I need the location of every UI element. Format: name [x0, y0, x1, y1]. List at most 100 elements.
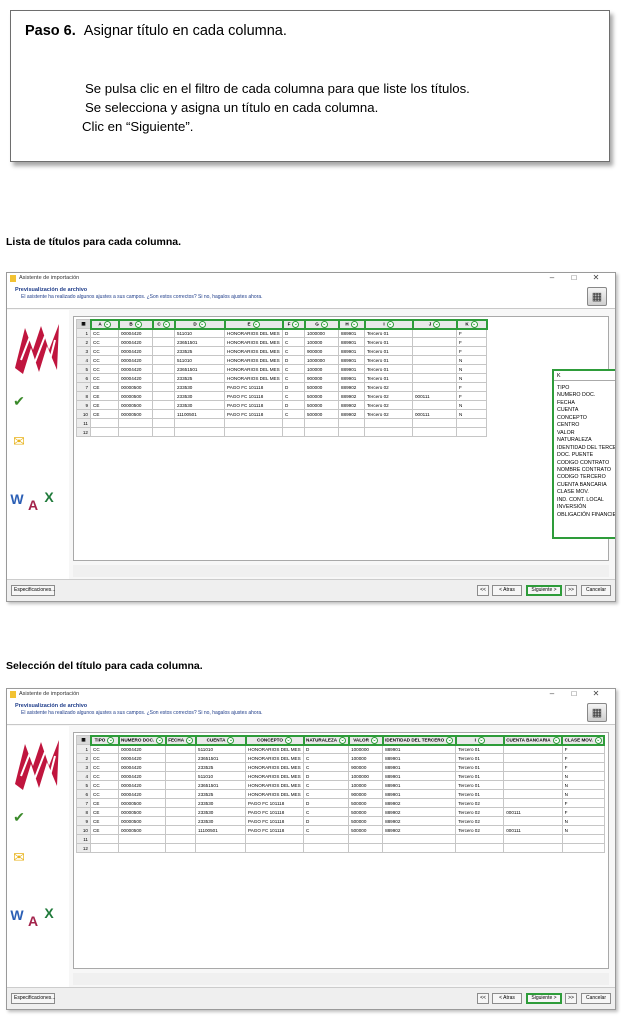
table-cell[interactable]: CE — [90, 409, 119, 419]
table-cell[interactable]: CC — [90, 753, 119, 763]
table-cell[interactable]: 00004420 — [117, 762, 167, 772]
table-cell[interactable]: 1000000 — [304, 355, 339, 365]
table-cell[interactable] — [165, 789, 197, 799]
table-cell[interactable]: 889902 — [382, 816, 457, 826]
close-button[interactable]: ✕ — [585, 273, 607, 282]
table-cell[interactable]: CC — [90, 355, 119, 365]
dropdown-option[interactable]: CUENTA — [557, 407, 615, 414]
table-cell[interactable]: D — [282, 382, 305, 392]
table-cell[interactable] — [338, 418, 365, 428]
table-cell[interactable]: CC — [90, 373, 119, 383]
table-cell[interactable]: 889902 — [382, 807, 457, 817]
table-cell[interactable]: 889901 — [338, 373, 365, 383]
table-cell[interactable] — [503, 834, 563, 844]
table-cell[interactable]: D — [303, 816, 350, 826]
table-cell[interactable] — [382, 843, 457, 853]
column-header[interactable]: CONCEPTO ⌄ — [244, 734, 305, 746]
table-cell[interactable]: 00004420 — [118, 337, 153, 347]
column-filter-icon[interactable]: ⌄ — [446, 736, 454, 744]
table-cell[interactable]: 500000 — [348, 825, 384, 835]
cancel-button[interactable]: Cancelar — [581, 585, 611, 596]
dropdown-option[interactable]: FECHA — [557, 400, 615, 407]
column-header[interactable]: NUMERO DOC. ⌄ — [117, 734, 167, 746]
table-cell[interactable] — [412, 418, 457, 428]
table-cell[interactable]: 500000 — [348, 816, 384, 826]
column-filter-icon[interactable]: ⌄ — [292, 320, 300, 328]
table-cell[interactable]: CE — [90, 382, 119, 392]
table-cell[interactable] — [338, 427, 365, 437]
table-cell[interactable]: 889902 — [338, 409, 365, 419]
table-cell[interactable]: CE — [90, 400, 119, 410]
dropdown-option[interactable]: VALOR — [557, 430, 615, 437]
table-cell[interactable] — [90, 843, 119, 853]
table-cell[interactable]: F — [456, 391, 487, 401]
table-cell[interactable]: Tercero 02 — [364, 382, 413, 392]
dropdown-option[interactable]: CUENTA BANCARIA — [557, 482, 615, 489]
table-cell[interactable] — [224, 418, 283, 428]
table-cell[interactable] — [152, 418, 175, 428]
table-cell[interactable]: D — [303, 771, 350, 781]
column-filter-icon[interactable]: ⌄ — [284, 736, 292, 744]
table-cell[interactable] — [152, 337, 175, 347]
table-cell[interactable]: 23651501 — [174, 364, 225, 374]
column-filter-icon[interactable]: ⌄ — [594, 736, 602, 744]
table-cell[interactable]: 00004420 — [117, 753, 167, 763]
table-cell[interactable]: 00004420 — [118, 364, 153, 374]
table-cell[interactable]: N — [456, 400, 487, 410]
table-cell[interactable] — [152, 427, 175, 437]
table-cell[interactable]: F — [456, 382, 487, 392]
column-header[interactable]: B ⌄ — [117, 318, 154, 330]
table-cell[interactable]: 233525 — [195, 789, 247, 799]
table-cell[interactable]: HONORARIOS DEL MES — [245, 771, 305, 781]
minimize-button[interactable]: – — [541, 689, 563, 698]
table-cell[interactable] — [364, 427, 413, 437]
table-cell[interactable]: 500000 — [304, 382, 339, 392]
table-cell[interactable]: Tercero 01 — [364, 355, 413, 365]
table-cell[interactable]: 000111 — [412, 409, 457, 419]
table-cell[interactable]: 00000500 — [118, 409, 153, 419]
minimize-button[interactable]: – — [541, 273, 563, 282]
table-cell[interactable] — [304, 418, 339, 428]
table-cell[interactable]: Tercero 01 — [364, 364, 413, 374]
table-cell[interactable]: 00000500 — [118, 382, 153, 392]
table-cell[interactable]: Tercero 02 — [455, 825, 505, 835]
horizontal-scrollbar[interactable] — [73, 565, 609, 577]
column-filter-icon[interactable]: ⌄ — [477, 736, 485, 744]
table-cell[interactable] — [412, 364, 457, 374]
table-cell[interactable]: 00004420 — [117, 744, 167, 754]
table-cell[interactable] — [282, 418, 305, 428]
table-cell[interactable]: 00004420 — [118, 355, 153, 365]
table-cell[interactable]: HONORARIOS DEL MES — [245, 753, 305, 763]
dropdown-option[interactable]: INVERSIÓN — [557, 504, 615, 511]
dropdown-option[interactable]: DOC. PUENTE — [557, 452, 615, 459]
table-cell[interactable] — [152, 355, 175, 365]
table-cell[interactable]: Tercero 01 — [364, 337, 413, 347]
table-cell[interactable]: CC — [90, 771, 119, 781]
table-cell[interactable]: 889901 — [338, 355, 365, 365]
table-cell[interactable]: 100000 — [348, 780, 384, 790]
table-cell[interactable] — [503, 789, 563, 799]
table-cell[interactable]: 511010 — [174, 328, 225, 338]
table-cell[interactable]: CE — [90, 798, 119, 808]
table-cell[interactable]: HONORARIOS DEL MES — [245, 762, 305, 772]
column-filter-icon[interactable]: ⌄ — [552, 736, 560, 744]
table-cell[interactable]: Tercero 01 — [455, 780, 505, 790]
table-cell[interactable]: 00000500 — [117, 798, 167, 808]
table-cell[interactable] — [303, 843, 350, 853]
table-cell[interactable]: 889901 — [382, 780, 457, 790]
table-cell[interactable]: 889902 — [382, 798, 457, 808]
table-cell[interactable]: HONORARIOS DEL MES — [245, 744, 305, 754]
dropdown-option[interactable]: CONCEPTO — [557, 415, 615, 422]
table-cell[interactable]: PAGO FC 101118 — [224, 382, 283, 392]
column-filter-icon[interactable]: ⌄ — [156, 736, 164, 744]
table-cell[interactable] — [503, 753, 563, 763]
table-cell[interactable]: 00004420 — [118, 373, 153, 383]
table-cell[interactable]: 100000 — [304, 364, 339, 374]
table-cell[interactable]: 889901 — [382, 789, 457, 799]
table-cell[interactable]: CE — [90, 807, 119, 817]
table-cell[interactable]: 889901 — [382, 762, 457, 772]
dropdown-option[interactable]: IDENTIDAD DEL TERCERO — [557, 445, 615, 452]
table-cell[interactable]: 00004420 — [118, 346, 153, 356]
table-cell[interactable]: F — [561, 762, 605, 772]
table-cell[interactable]: Tercero 02 — [455, 816, 505, 826]
